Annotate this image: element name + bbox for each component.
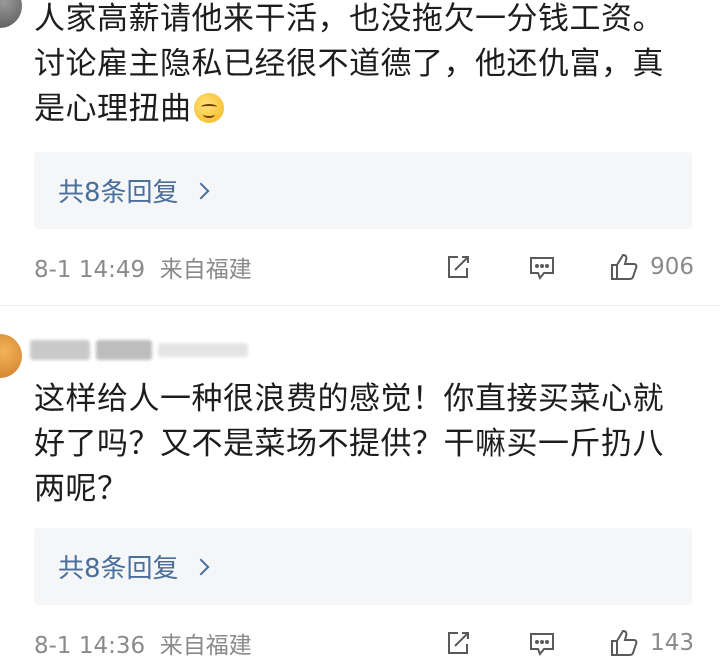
view-replies-button[interactable]: 共8条回复: [34, 528, 692, 605]
redacted-block: [30, 340, 90, 360]
replies-label: 共8条回复: [58, 178, 179, 208]
comment-meta: 8-1 14:36 来自福建 143: [34, 625, 694, 661]
comment-text: 人家高薪请他来干活，也没拖欠一分钱工资。讨论雇主隐私已经很不道德了，他还仇富，真…: [34, 1, 664, 127]
smirk-emoji-icon: [193, 93, 224, 123]
redacted-block: [96, 340, 152, 360]
thumbs-up-icon[interactable]: [608, 627, 640, 659]
share-icon[interactable]: [442, 251, 474, 283]
timestamp-location: 8-1 14:49 来自福建: [34, 257, 252, 283]
share-icon[interactable]: [442, 627, 474, 659]
username-redacted[interactable]: [30, 337, 248, 363]
like-count: 143: [650, 630, 694, 656]
comment-actions: 143: [442, 625, 694, 661]
replies-label: 共8条回复: [58, 554, 179, 584]
redacted-block: [158, 343, 248, 357]
comment-meta: 8-1 14:49 来自福建 906: [34, 249, 694, 285]
avatar[interactable]: [0, 334, 22, 378]
view-replies-button[interactable]: 共8条回复: [34, 152, 692, 229]
avatar[interactable]: [0, 0, 22, 28]
chevron-right-icon: [192, 558, 210, 575]
chevron-right-icon: [192, 182, 210, 199]
comment-text: 这样给人一种很浪费的感觉！你直接买菜心就好了吗？又不是菜场不提供？干嘛买一斤扔八…: [34, 381, 664, 507]
like-count: 906: [650, 254, 694, 280]
comment-actions: 906: [442, 249, 694, 285]
comment-icon[interactable]: [526, 251, 558, 283]
thumbs-up-icon[interactable]: [608, 251, 640, 283]
comment-icon[interactable]: [526, 627, 558, 659]
divider: [0, 305, 720, 306]
